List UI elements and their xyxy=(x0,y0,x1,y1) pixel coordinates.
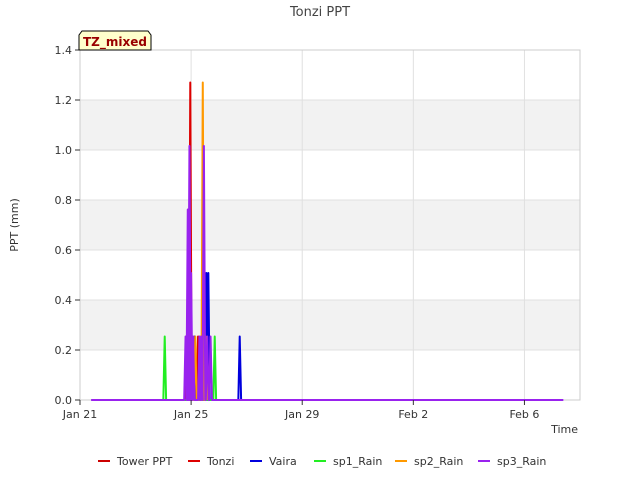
legend: Tower PPT Tonzi Vaira sp1_Rain sp2_Rain sp3_R… xyxy=(98,455,546,468)
plot-band xyxy=(80,50,580,100)
y-axis: 0.0 0.2 0.4 0.6 0.8 1.0 1.2 1.4 xyxy=(55,44,80,407)
y-tick-label: 0.2 xyxy=(55,344,73,357)
plot-background-bands xyxy=(80,50,580,400)
chart-title: Tonzi PPT xyxy=(289,5,350,20)
site-badge-label: TZ_mixed xyxy=(83,35,147,50)
plot-band xyxy=(80,250,580,300)
legend-label: Tonzi xyxy=(206,455,234,468)
y-tick-label: 1.0 xyxy=(55,144,73,157)
x-tick-label: Feb 6 xyxy=(509,408,539,421)
y-tick-label: 0.4 xyxy=(55,294,73,307)
legend-label: sp3_Rain xyxy=(497,455,546,468)
y-tick-label: 1.4 xyxy=(55,44,73,57)
x-tick-label: Jan 29 xyxy=(284,408,319,421)
chart: 0.00.20.40.60.81.01.21.4 Jan 21 Jan 25 Jan… xyxy=(8,5,581,468)
plot-band xyxy=(80,300,580,350)
plot-band xyxy=(80,150,580,200)
plot-band xyxy=(80,100,580,150)
site-badge: TZ_mixed xyxy=(78,30,152,51)
legend-label: sp2_Rain xyxy=(414,455,463,468)
y-tick-label: 0.0 xyxy=(55,394,73,407)
x-axis-label: Time xyxy=(550,423,578,436)
y-tick-label: 0.6 xyxy=(55,244,73,257)
x-tick-label: Jan 21 xyxy=(62,408,97,421)
plot-band xyxy=(80,200,580,250)
x-axis: Jan 21 Jan 25 Jan 29 Feb 2 Feb 6 xyxy=(62,400,539,421)
y-tick-label: 1.2 xyxy=(55,94,73,107)
legend-label: sp1_Rain xyxy=(333,455,382,468)
legend-label: Vaira xyxy=(269,455,297,468)
x-tick-label: Jan 25 xyxy=(173,408,208,421)
y-tick-label: 0.8 xyxy=(55,194,73,207)
plot-band xyxy=(80,350,580,400)
legend-label: Tower PPT xyxy=(116,455,173,468)
y-axis-label: PPT (mm) xyxy=(8,198,21,252)
x-tick-label: Feb 2 xyxy=(398,408,428,421)
